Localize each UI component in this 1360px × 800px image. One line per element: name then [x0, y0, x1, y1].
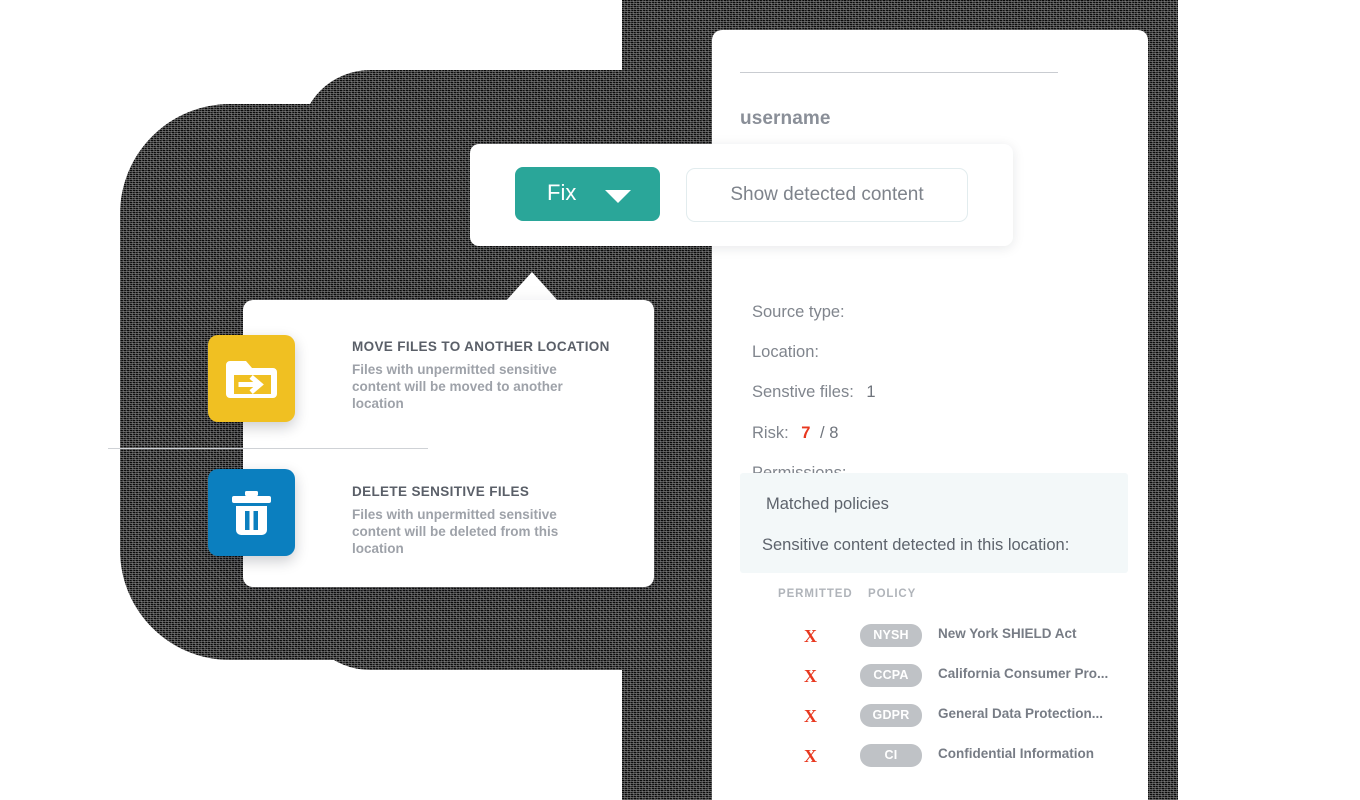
username-label: username — [740, 108, 831, 129]
risk-denominator: / 8 — [820, 424, 839, 442]
table-row[interactable]: X NYSH New York SHIELD Act — [712, 618, 1148, 658]
fix-toolbar-card: Fix Show detected content — [470, 144, 1013, 246]
policy-table: PERMITTED POLICY X NYSH New York SHIELD … — [712, 588, 1148, 778]
matched-policies-title: Matched policies — [766, 495, 889, 513]
policy-code-badge: CCPA — [860, 664, 922, 687]
meta-row-risk: Risk: 7 / 8 — [752, 424, 838, 443]
policy-code-badge: GDPR — [860, 704, 922, 727]
permitted-deny-icon: X — [804, 666, 817, 686]
permitted-deny-icon: X — [804, 746, 817, 766]
trash-icon[interactable] — [208, 469, 295, 556]
policy-code-badge: CI — [860, 744, 922, 767]
policy-name: Confidential Information — [938, 746, 1094, 761]
meta-row-sensitive-files: Senstive files: 1 — [752, 383, 876, 402]
menu-item-title-move-files: MOVE FILES TO ANOTHER LOCATION — [352, 339, 610, 354]
risk-score: 7 — [801, 424, 811, 442]
table-row[interactable]: X CCPA California Consumer Pro... — [712, 658, 1148, 698]
show-detected-content-button[interactable]: Show detected content — [686, 168, 968, 222]
meta-label: Location: — [752, 343, 819, 361]
fix-button-label: Fix — [547, 180, 577, 205]
menu-item-description-delete-files: Files with unpermitted sensitive content… — [352, 507, 559, 556]
table-row[interactable]: X GDPR General Data Protection... — [712, 698, 1148, 738]
matched-policies-box: Matched policies Sensitive content detec… — [740, 473, 1128, 573]
meta-label: Source type: — [752, 303, 845, 321]
policy-code-badge: NYSH — [860, 624, 922, 647]
policy-table-header: PERMITTED POLICY — [712, 588, 1148, 618]
fix-button[interactable]: Fix — [515, 167, 660, 221]
table-row[interactable]: X CI Confidential Information — [712, 738, 1148, 778]
background-shadow-layer — [0, 0, 1360, 800]
chevron-down-icon — [605, 190, 631, 203]
permitted-deny-icon: X — [804, 626, 817, 646]
policy-name: New York SHIELD Act — [938, 626, 1077, 641]
screenshot-root: username Source type: Location: Senstive… — [0, 0, 1360, 800]
meta-label: Senstive files: — [752, 383, 854, 401]
menu-item-divider — [108, 448, 428, 449]
meta-row-location: Location: — [752, 343, 827, 362]
meta-value: 1 — [866, 383, 876, 401]
column-header-permitted: PERMITTED — [778, 588, 853, 600]
policy-name: California Consumer Pro... — [938, 666, 1109, 681]
menu-item-title-delete-files: DELETE SENSITIVE FILES — [352, 484, 530, 499]
policy-name: General Data Protection... — [938, 706, 1104, 721]
dropdown-caret-notch — [505, 272, 559, 302]
show-detected-content-label: Show detected content — [730, 184, 924, 205]
permitted-deny-icon: X — [804, 706, 817, 726]
folder-move-icon[interactable] — [208, 335, 295, 422]
panel-divider — [740, 72, 1058, 73]
meta-label: Risk: — [752, 424, 789, 442]
shadow-grain-texture — [0, 0, 1360, 800]
menu-item-description-move-files: Files with unpermitted sensitive content… — [352, 362, 563, 411]
column-header-policy: POLICY — [868, 588, 917, 600]
matched-policies-subtitle: Sensitive content detected in this locat… — [762, 536, 1070, 554]
meta-row-source-type: Source type: — [752, 303, 853, 322]
